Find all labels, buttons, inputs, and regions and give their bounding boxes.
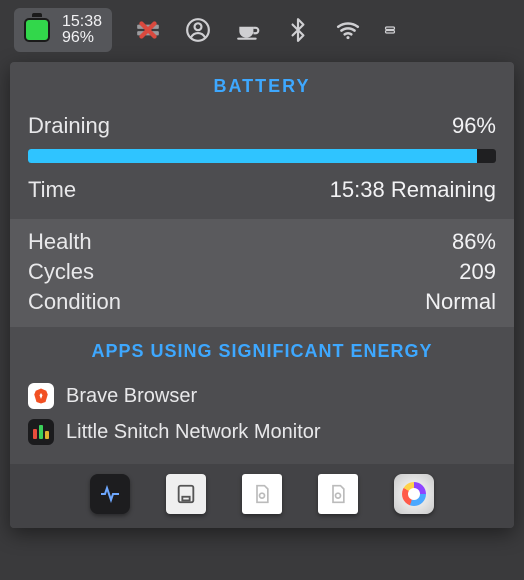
battery-status-row: Draining 96% (28, 109, 496, 143)
battery-progress-bar (28, 149, 496, 163)
battery-status-text: 15:38 96% (62, 14, 102, 46)
brave-icon (28, 383, 54, 409)
battery-health-value: 86% (452, 229, 496, 255)
battery-status-value: 96% (452, 113, 496, 139)
battery-details-block: Health 86% Cycles 209 Condition Normal (10, 219, 514, 327)
energy-app-item[interactable]: Brave Browser (28, 378, 496, 414)
energy-apps-title: APPS USING SIGNIFICANT ENERGY (10, 327, 514, 374)
wifi-icon[interactable] (334, 16, 362, 44)
caffeine-icon[interactable] (234, 16, 262, 44)
little-snitch-icon (28, 419, 54, 445)
battery-section-title: BATTERY (10, 62, 514, 109)
quick-launch-strip (10, 464, 514, 528)
battery-dropdown-panel: BATTERY Draining 96% Time 15:38 Remainin… (10, 62, 514, 528)
battery-time-value: 15:38 Remaining (330, 177, 496, 203)
battery-condition-row: Condition Normal (28, 287, 496, 317)
battery-status-menu-item[interactable]: 15:38 96% (14, 8, 112, 52)
battery-health-label: Health (28, 229, 92, 255)
control-center-icon[interactable] (384, 16, 396, 44)
system-info-shortcut[interactable] (166, 474, 206, 514)
gauge-shortcut[interactable] (394, 474, 434, 514)
blocked-connection-icon[interactable] (134, 16, 162, 44)
document-shortcut[interactable] (242, 474, 282, 514)
battery-health-row: Health 86% (28, 227, 496, 257)
battery-cycles-value: 209 (459, 259, 496, 285)
activity-monitor-shortcut[interactable] (90, 474, 130, 514)
energy-app-name: Brave Browser (66, 385, 197, 408)
energy-app-name: Little Snitch Network Monitor (66, 421, 321, 444)
user-account-icon[interactable] (184, 16, 212, 44)
energy-app-item[interactable]: Little Snitch Network Monitor (28, 414, 496, 450)
battery-time-row: Time 15:38 Remaining (28, 173, 496, 207)
battery-time-label: Time (28, 177, 76, 203)
bluetooth-icon[interactable] (284, 16, 312, 44)
battery-percent-text: 96% (62, 30, 102, 46)
menu-bar: 15:38 96% (0, 0, 524, 60)
battery-time-text: 15:38 (62, 14, 102, 30)
battery-progress-fill (28, 149, 477, 163)
document-shortcut[interactable] (318, 474, 358, 514)
battery-condition-value: Normal (425, 289, 496, 315)
battery-condition-label: Condition (28, 289, 121, 315)
battery-cycles-label: Cycles (28, 259, 94, 285)
battery-cycles-row: Cycles 209 (28, 257, 496, 287)
battery-status-label: Draining (28, 113, 110, 139)
battery-icon (22, 15, 52, 45)
energy-apps-list: Brave Browser Little Snitch Network Moni… (10, 374, 514, 464)
